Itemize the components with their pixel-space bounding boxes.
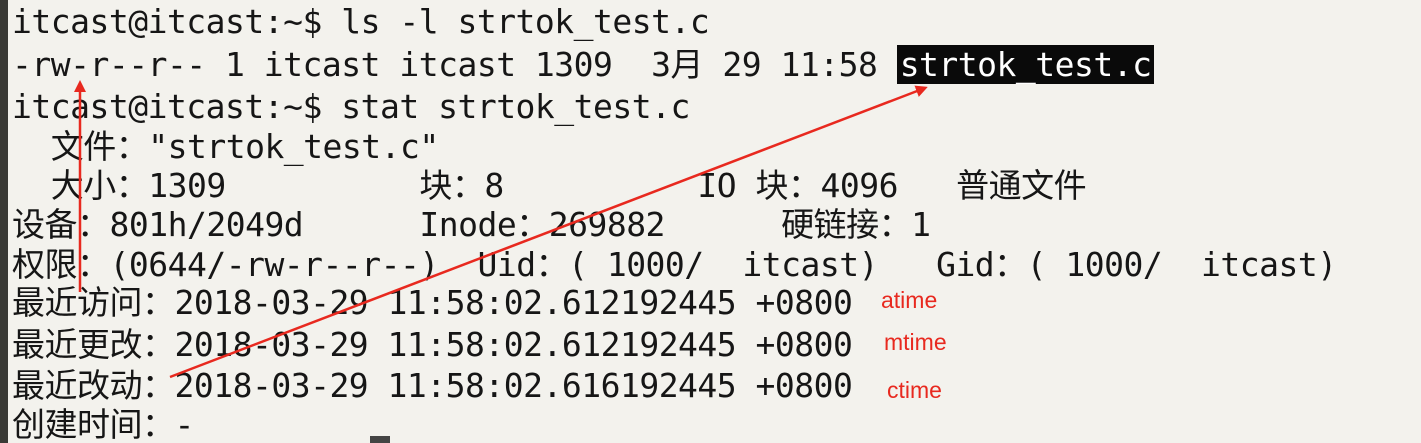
partial-cursor — [370, 436, 390, 443]
stat-access-line: 权限：(0644/-rw-r--r--) Uid：( 1000/ itcast)… — [12, 245, 1337, 284]
stat-size-line: 大小：1309 块：8 IO 块：4096 普通文件 — [12, 166, 1087, 205]
ls-output-permissions: -rw-r--r-- 1 itcast itcast 1309 3月 29 11… — [12, 45, 897, 84]
annotation-atime: atime — [881, 287, 938, 313]
stat-file-line: 文件："strtok_test.c" — [12, 127, 440, 166]
ls-output-filename-selected[interactable]: strtok_test.c — [896, 45, 1155, 84]
window-edge — [0, 0, 8, 443]
stat-atime-line: 最近访问：2018-03-29 11:58:02.612192445 +0800 — [12, 283, 853, 322]
stat-ctime-line: 最近改动：2018-03-29 11:58:02.616192445 +0800 — [12, 366, 853, 405]
prompt-ls-command: itcast@itcast:~$ ls -l strtok_test.c — [12, 2, 710, 41]
stat-mtime-line: 最近更改：2018-03-29 11:58:02.612192445 +0800 — [12, 325, 853, 364]
prompt-stat-command: itcast@itcast:~$ stat strtok_test.c — [12, 87, 690, 126]
ls-output-line: -rw-r--r-- 1 itcast itcast 1309 3月 29 11… — [12, 45, 1155, 85]
stat-birth-line: 创建时间：- — [12, 405, 194, 443]
terminal-window[interactable]: itcast@itcast:~$ ls -l strtok_test.c -rw… — [0, 0, 1421, 443]
annotation-mtime: mtime — [884, 329, 947, 355]
annotation-ctime: ctime — [887, 377, 942, 403]
stat-device-line: 设备：801h/2049d Inode：269882 硬链接：1 — [12, 205, 931, 244]
